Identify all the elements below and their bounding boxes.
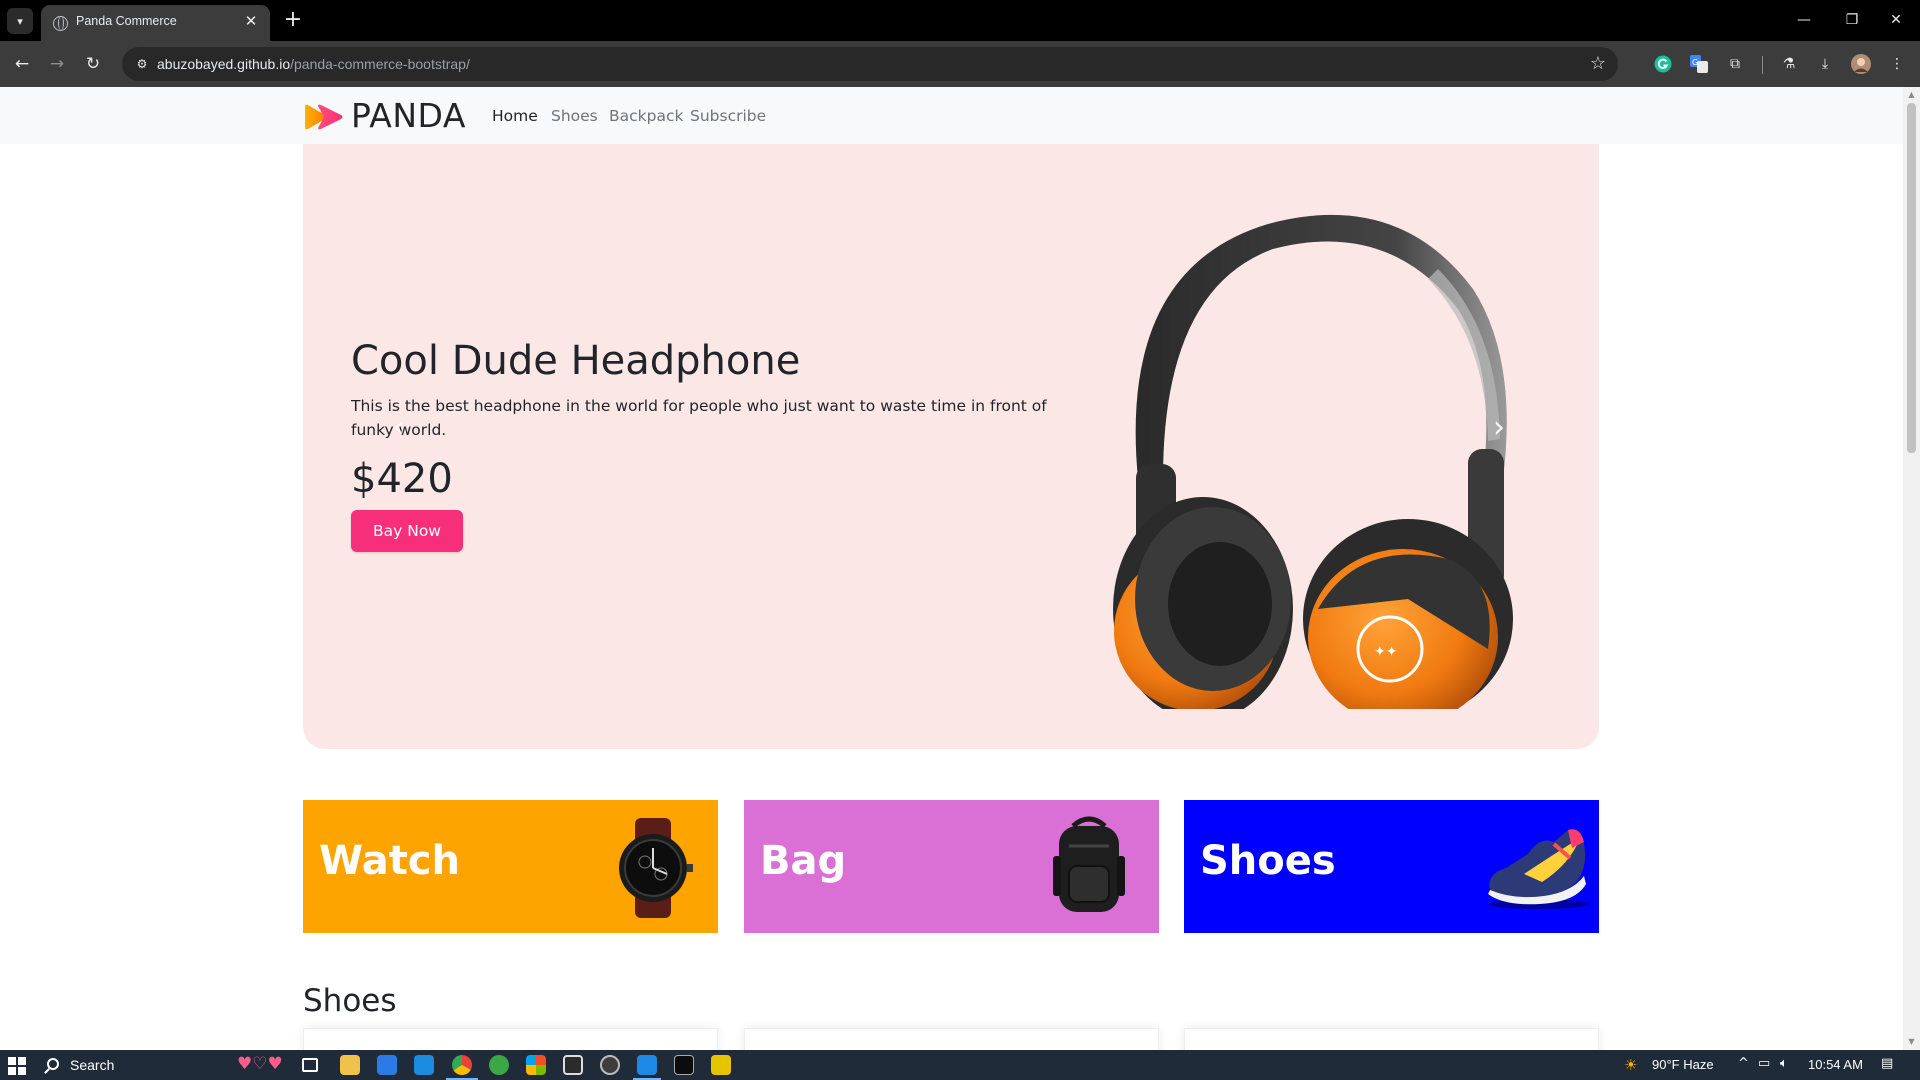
site-info-icon[interactable]: ⚙	[134, 56, 150, 72]
toolbar-divider	[1762, 56, 1763, 74]
hero-carousel: Cool Dude Headphone This is the best hea…	[303, 144, 1599, 749]
bookmark-star-icon[interactable]: ☆	[1590, 53, 1606, 74]
mail-icon[interactable]	[414, 1055, 434, 1075]
windows-taskbar: Search ♥♡♥ ☀ 90°F Haze ^ ▭ 🔈︎ 10:54 AM ▤	[0, 1050, 1920, 1080]
product-card[interactable]	[1184, 1028, 1599, 1050]
headphone-image: ✦✦	[1113, 214, 1513, 709]
windows-start-icon[interactable]	[8, 1057, 26, 1075]
nav-link-subscribe[interactable]: Subscribe	[690, 107, 766, 125]
sneaker-image	[1488, 829, 1589, 909]
svg-text:G: G	[1692, 58, 1698, 67]
hero-title: Cool Dude Headphone	[351, 338, 801, 384]
tab-title: Panda Commerce	[76, 14, 177, 28]
tab-search-button[interactable]: ▾	[7, 8, 33, 34]
page-scrollbar[interactable]: ▲ ▼	[1903, 87, 1920, 1050]
panda-logo-icon[interactable]	[303, 104, 345, 130]
category-label-bag: Bag	[760, 838, 847, 884]
office-icon[interactable]	[526, 1055, 546, 1075]
close-window-icon[interactable]: ✕	[1876, 6, 1916, 34]
category-card-shoes[interactable]: Shoes	[1184, 800, 1599, 933]
address-bar[interactable]: ⚙ abuzobayed.github.io/panda-commerce-bo…	[122, 47, 1618, 81]
sticky-app-icon[interactable]	[711, 1055, 731, 1075]
volume-icon[interactable]: 🔈︎	[1780, 1056, 1788, 1071]
chrome-taskbar-icon[interactable]	[452, 1055, 472, 1075]
weather-text[interactable]: 90°F Haze	[1652, 1057, 1714, 1072]
section-title-shoes: Shoes	[303, 983, 397, 1019]
hero-description: This is the best headphone in the world …	[351, 397, 1047, 439]
search-highlight-hearts-icon: ♥♡♥	[237, 1054, 283, 1074]
category-card-watch[interactable]: Watch	[303, 800, 718, 933]
product-card[interactable]	[744, 1028, 1159, 1050]
browser-tab[interactable]: Panda Commerce ✕	[41, 5, 270, 41]
buy-now-button[interactable]: Bay Now	[351, 510, 463, 552]
url-host: abuzobayed.github.io	[157, 56, 291, 72]
minimize-icon[interactable]: —	[1784, 6, 1824, 34]
app-icon[interactable]	[563, 1055, 583, 1075]
category-label-shoes: Shoes	[1200, 838, 1336, 884]
network-icon[interactable]: ▭	[1758, 1056, 1770, 1071]
clock-time[interactable]: 10:54 AM	[1808, 1057, 1863, 1072]
nav-link-shoes[interactable]: Shoes	[551, 107, 598, 125]
vscode-icon[interactable]	[637, 1055, 657, 1075]
page-viewport: PANDA Home Shoes Backpack Subscribe Cool…	[0, 87, 1903, 1050]
github-desktop-icon[interactable]	[600, 1055, 620, 1075]
translate-extension-icon[interactable]: G	[1687, 52, 1711, 76]
close-tab-icon[interactable]: ✕	[242, 12, 260, 30]
reload-icon[interactable]: ↻	[80, 51, 106, 77]
category-card-bag[interactable]: Bag	[744, 800, 1159, 933]
site-navbar: PANDA Home Shoes Backpack Subscribe	[0, 87, 1903, 144]
forward-arrow-icon[interactable]: →	[44, 51, 70, 77]
taskbar-search-label: Search	[70, 1057, 115, 1073]
grammarly-extension-icon[interactable]	[1651, 52, 1675, 76]
weather-sun-icon[interactable]: ☀	[1624, 1056, 1637, 1074]
scroll-down-arrow-icon[interactable]: ▼	[1907, 1038, 1916, 1046]
back-arrow-icon[interactable]: ←	[9, 51, 35, 77]
labs-flask-icon[interactable]: ⚗	[1777, 52, 1801, 76]
profile-avatar[interactable]	[1849, 52, 1873, 76]
browser-tab-strip: ▾ Panda Commerce ✕ + — ❐ ✕	[0, 0, 1920, 41]
tray-chevron-up-icon[interactable]: ^	[1738, 1056, 1749, 1071]
watch-image	[619, 818, 693, 918]
taskbar-search[interactable]: Search	[40, 1054, 250, 1076]
globe-icon	[53, 16, 68, 31]
carousel-prev-chevron-icon[interactable]: ‹	[393, 410, 405, 445]
brand-name[interactable]: PANDA	[351, 96, 466, 135]
chrome-menu-icon[interactable]: ⋮	[1885, 52, 1909, 76]
notifications-icon[interactable]: ▤	[1881, 1056, 1893, 1071]
nav-link-home[interactable]: Home	[492, 107, 538, 125]
task-view-icon[interactable]	[302, 1058, 318, 1072]
category-label-watch: Watch	[319, 838, 460, 884]
file-explorer-icon[interactable]	[340, 1055, 360, 1075]
ms-store-icon[interactable]	[377, 1055, 397, 1075]
product-card[interactable]	[303, 1028, 718, 1050]
terminal-icon[interactable]	[674, 1055, 694, 1075]
browser-toolbar: ← → ↻ ⚙ abuzobayed.github.io/panda-comme…	[0, 41, 1920, 87]
scrollbar-thumb[interactable]	[1907, 103, 1916, 453]
hero-price: $420	[351, 456, 453, 502]
svg-text:✦✦: ✦✦	[1374, 644, 1398, 660]
nav-link-backpack[interactable]: Backpack	[609, 107, 683, 125]
url-path: /panda-commerce-bootstrap/	[290, 56, 470, 72]
extensions-puzzle-icon[interactable]: ⧉	[1723, 52, 1747, 76]
backpack-image	[1053, 816, 1125, 912]
restore-icon[interactable]: ❐	[1832, 6, 1872, 34]
url-text[interactable]: abuzobayed.github.io/panda-commerce-boot…	[157, 56, 470, 72]
carousel-next-chevron-icon[interactable]: ›	[1493, 410, 1505, 445]
search-icon	[47, 1058, 59, 1070]
upwork-icon[interactable]	[489, 1055, 509, 1075]
new-tab-button[interactable]: +	[281, 8, 305, 32]
download-icon[interactable]: ⤓	[1813, 52, 1837, 76]
scroll-up-arrow-icon[interactable]: ▲	[1907, 91, 1916, 99]
